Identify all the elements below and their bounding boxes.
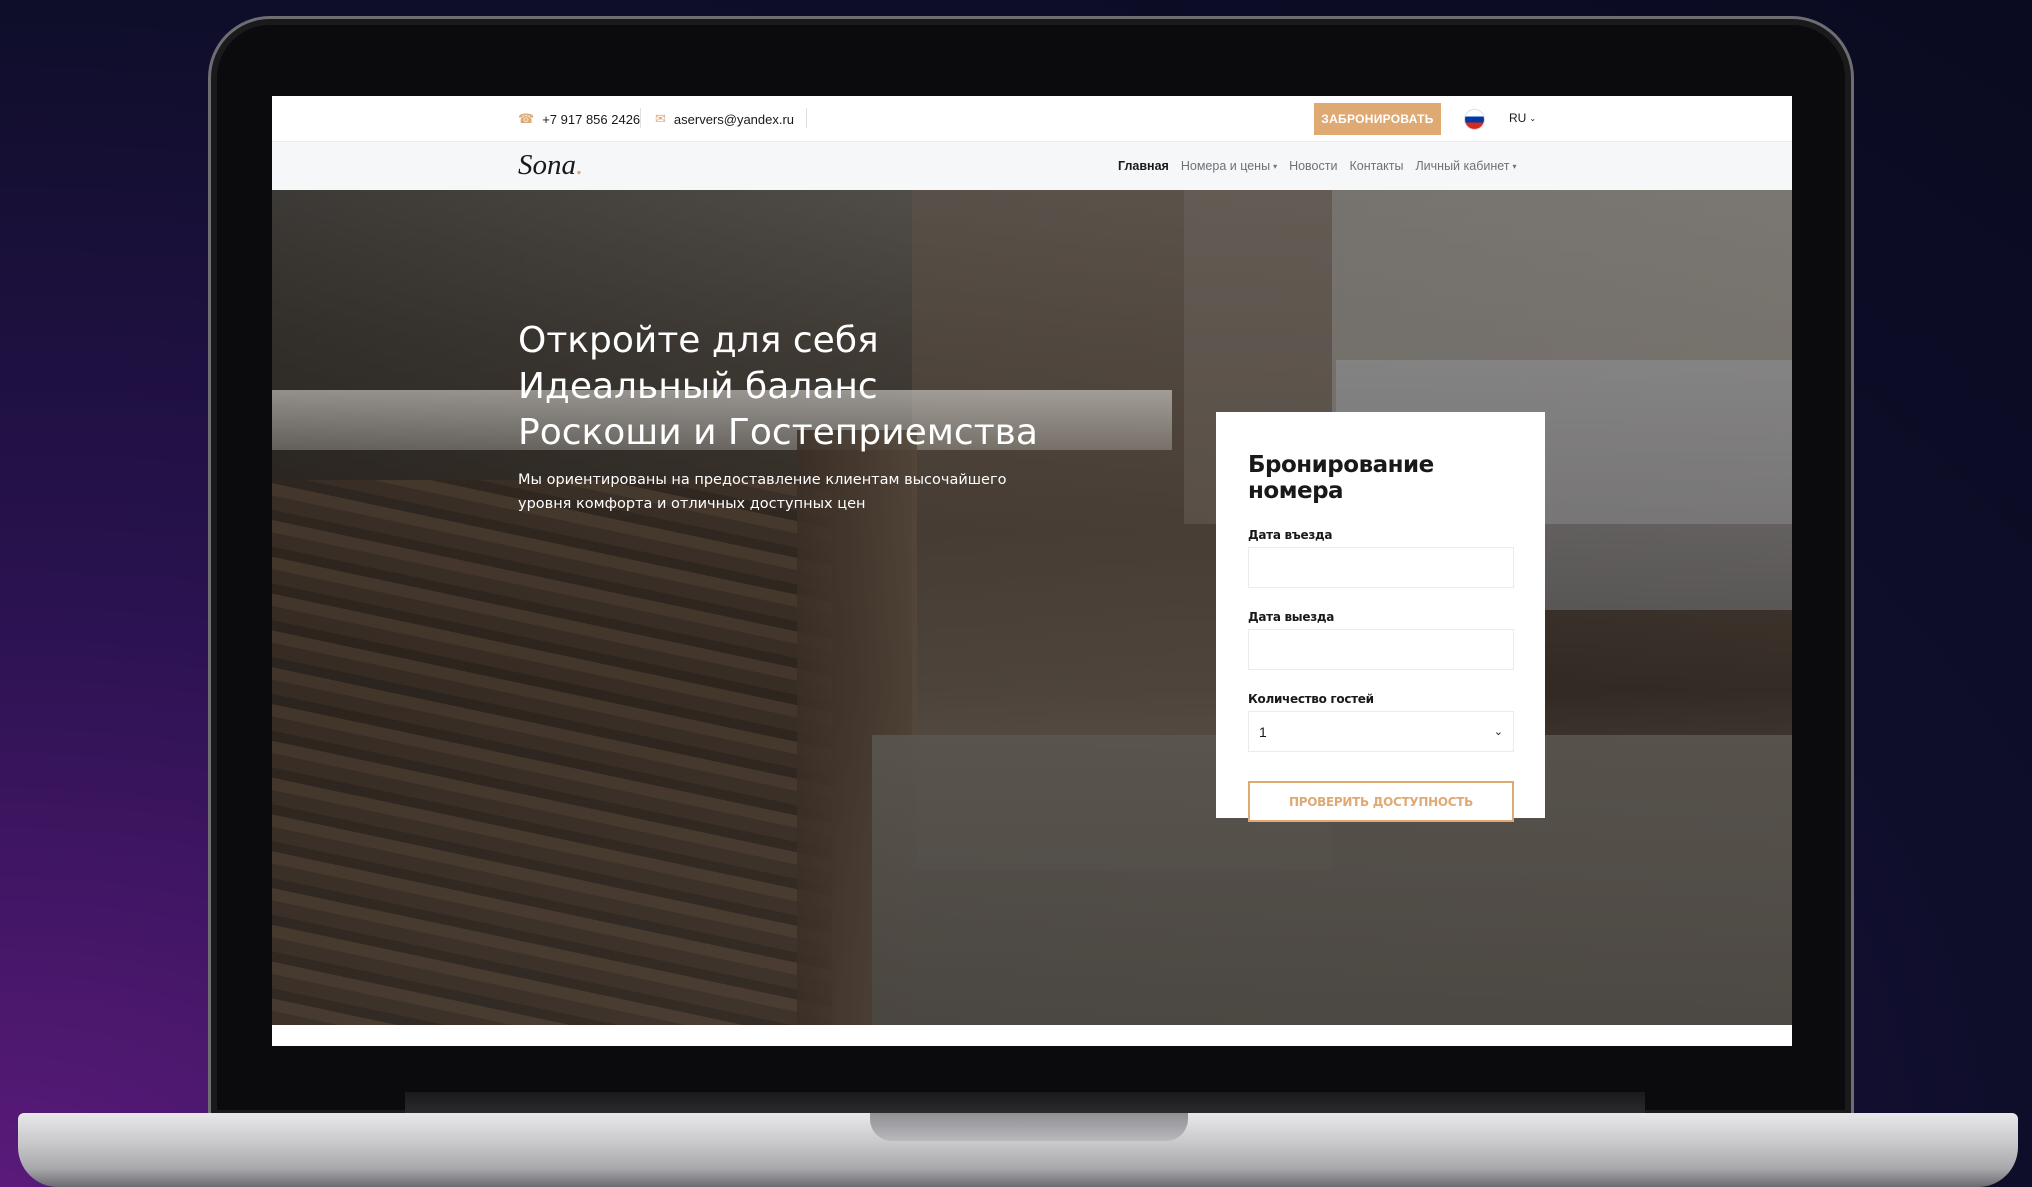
phone-contact[interactable]: ☎ +7 917 856 2426 <box>518 111 640 127</box>
mail-icon: ✉ <box>655 111 666 126</box>
hero-title: Откройте для себя Идеальный баланс Роско… <box>518 318 1058 456</box>
chevron-down-icon: ⌄ <box>1529 114 1537 124</box>
top-bar: ☎ +7 917 856 2426 ✉ aservers@yandex.ru З… <box>272 96 1792 142</box>
guests-value: 1 <box>1259 723 1267 740</box>
hero-title-line: Откройте для себя <box>518 320 879 361</box>
hero-subtitle: Мы ориентированы на предоставление клиен… <box>518 468 1058 516</box>
nav-item-contacts[interactable]: Контакты <box>1349 159 1403 173</box>
nav-item-rooms[interactable]: Номера и цены ▾ <box>1181 159 1277 173</box>
logo-dot: . <box>576 149 584 181</box>
laptop-notch <box>870 1113 1188 1141</box>
logo[interactable]: Sona. <box>518 149 583 182</box>
checkout-date-input[interactable] <box>1248 629 1514 670</box>
russia-flag-icon <box>1465 110 1484 129</box>
phone-number: +7 917 856 2426 <box>542 111 641 127</box>
page-bottom-strip <box>272 1025 1792 1046</box>
nav-menu: Главная Номера и цены ▾ Новости Контакты … <box>1118 159 1517 173</box>
hero-bg-stone-wall <box>272 480 832 1025</box>
email-contact[interactable]: ✉ aservers@yandex.ru <box>655 111 794 127</box>
booking-title: Бронирование номера <box>1248 452 1434 504</box>
hero-subtitle-line: уровня комфорта и отличных доступных цен <box>518 496 866 512</box>
hero-subtitle-line: Мы ориентированы на предоставление клиен… <box>518 472 1007 488</box>
guests-label: Количество гостей <box>1248 692 1374 706</box>
hero-section: Откройте для себя Идеальный баланс Роско… <box>272 190 1792 1025</box>
language-select[interactable]: RU ⌄ <box>1509 111 1536 125</box>
hero-text: Откройте для себя Идеальный баланс Роско… <box>518 318 1058 516</box>
check-availability-button[interactable]: ПРОВЕРИТЬ ДОСТУПНОСТЬ <box>1248 781 1514 822</box>
divider <box>806 108 807 128</box>
caret-down-icon: ▾ <box>1273 162 1278 172</box>
logo-text: Sona <box>518 149 576 181</box>
main-nav: Sona. Главная Номера и цены ▾ Новости Кон… <box>272 142 1792 190</box>
caret-down-icon: ▾ <box>1512 162 1517 172</box>
nav-item-home[interactable]: Главная <box>1118 159 1169 173</box>
checkout-label: Дата выезда <box>1248 610 1335 624</box>
hero-title-line: Идеальный баланс <box>518 366 878 407</box>
nav-item-account-label: Личный кабинет <box>1415 159 1510 173</box>
nav-item-account[interactable]: Личный кабинет ▾ <box>1415 159 1516 173</box>
guests-select[interactable]: 1 ⌄ <box>1248 711 1514 752</box>
checkin-date-input[interactable] <box>1248 547 1514 588</box>
nav-item-rooms-label: Номера и цены <box>1180 159 1271 173</box>
divider <box>640 108 641 128</box>
language-label: RU <box>1509 111 1527 125</box>
book-button[interactable]: ЗАБРОНИРОВАТЬ <box>1314 103 1441 135</box>
chevron-down-icon: ⌄ <box>1493 726 1503 738</box>
hero-title-line: Роскоши и Гостеприемства <box>518 412 1038 453</box>
phone-icon: ☎ <box>518 111 535 126</box>
checkin-label: Дата въезда <box>1248 528 1333 542</box>
booking-form: Бронирование номера Дата въезда Дата вые… <box>1216 412 1545 822</box>
nav-item-news[interactable]: Новости <box>1289 159 1337 173</box>
browser-screen: ☎ +7 917 856 2426 ✉ aservers@yandex.ru З… <box>272 96 1792 1046</box>
email-address: aservers@yandex.ru <box>673 111 795 127</box>
